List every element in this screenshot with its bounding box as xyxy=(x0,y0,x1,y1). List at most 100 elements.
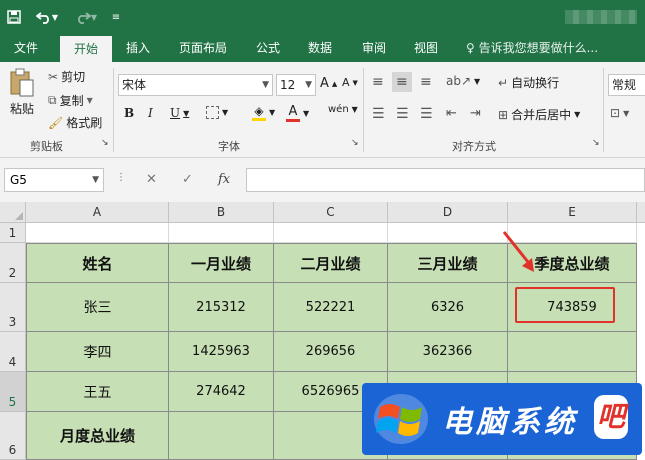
align-left-button[interactable]: ☰ xyxy=(372,106,385,122)
cell-b4[interactable]: 1425963 xyxy=(169,332,274,372)
tab-file[interactable]: 文件 xyxy=(4,34,48,62)
row-header-5[interactable]: 5 xyxy=(0,372,26,412)
tab-review[interactable]: 审阅 xyxy=(354,34,394,62)
watermark-logo: 电脑系统 吧 xyxy=(362,383,642,455)
scissors-icon: ✂ xyxy=(48,69,59,84)
format-painter-label: 格式刷 xyxy=(66,116,103,130)
tab-page-layout[interactable]: 页面布局 xyxy=(168,34,238,62)
insert-function-icon[interactable]: fx xyxy=(218,172,230,187)
cut-button[interactable]: ✂ 剪切 xyxy=(48,68,85,85)
fill-color-button[interactable]: ◈ ▼ xyxy=(252,104,275,121)
tab-insert[interactable]: 插入 xyxy=(118,34,158,62)
decrease-indent-button[interactable]: ⇤ xyxy=(446,106,457,121)
accounting-format-button[interactable]: ⊡ ▼ xyxy=(610,106,629,120)
cell-c3[interactable]: 522221 xyxy=(274,283,388,332)
column-header-e[interactable]: E xyxy=(508,202,637,223)
grow-font-button[interactable]: A ▲ xyxy=(320,76,337,91)
name-box[interactable]: G5 ▼ xyxy=(4,168,104,192)
cell-e4[interactable] xyxy=(508,332,637,372)
number-format-value: 常规 xyxy=(612,78,637,92)
ribbon-tab-bar: 文件 开始 插入 页面布局 公式 数据 审阅 视图 ♀ 告诉我您想要做什么... xyxy=(0,34,645,62)
cell-d4[interactable]: 362366 xyxy=(388,332,508,372)
paste-button[interactable]: 粘贴 xyxy=(8,68,36,117)
phonetic-button[interactable]: wén ▼ xyxy=(328,104,358,115)
column-header-b[interactable]: B xyxy=(169,202,274,223)
borders-button[interactable]: ▼ xyxy=(206,106,228,119)
align-right-button[interactable]: ☰ xyxy=(420,106,433,122)
enter-check-icon[interactable]: ✓ xyxy=(182,172,193,187)
font-size-select[interactable]: 12 ▼ xyxy=(276,74,316,96)
row-header-2[interactable]: 2 xyxy=(0,243,26,283)
italic-button[interactable]: I xyxy=(148,106,153,120)
font-name-select[interactable]: 宋体 ▼ xyxy=(118,74,273,96)
cell-a3[interactable]: 张三 xyxy=(26,283,169,332)
ribbon: 粘贴 ✂ 剪切 ⧉ 复制 ▼ 🖌 格式刷 剪贴板 ↘ 宋体 ▼ 12 ▼ A ▲ A ▼ B I… xyxy=(0,62,645,158)
copy-button[interactable]: ⧉ 复制 ▼ xyxy=(48,92,93,109)
format-painter-button[interactable]: 🖌 格式刷 xyxy=(48,114,102,131)
cell-b1[interactable] xyxy=(169,223,274,243)
cell-d2[interactable]: 三月业绩 xyxy=(388,243,508,283)
font-launcher-icon[interactable]: ↘ xyxy=(351,138,359,148)
merge-center-button[interactable]: ⊞ 合并后居中 ▼ xyxy=(498,106,580,123)
tab-view[interactable]: 视图 xyxy=(406,34,446,62)
column-header-d[interactable]: D xyxy=(388,202,508,223)
cell-b2[interactable]: 一月业绩 xyxy=(169,243,274,283)
tab-home[interactable]: 开始 xyxy=(60,36,112,62)
separator xyxy=(603,68,604,152)
wrap-text-button[interactable]: ↵ 自动换行 xyxy=(498,74,559,91)
copy-dropdown-icon[interactable]: ▼ xyxy=(87,96,93,105)
undo-icon[interactable]: ▼ xyxy=(32,6,62,28)
cell-a2[interactable]: 姓名 xyxy=(26,243,169,283)
row-header-6[interactable]: 6 xyxy=(0,412,26,460)
clipboard-icon xyxy=(10,68,34,97)
cell-c4[interactable]: 269656 xyxy=(274,332,388,372)
customize-toolbar-icon[interactable]: ≡ xyxy=(108,6,124,28)
redo-icon[interactable]: ▼ xyxy=(72,6,100,28)
align-top-button[interactable]: ≡ xyxy=(372,74,384,90)
row-header-3[interactable]: 3 xyxy=(0,283,26,332)
cell-b3[interactable]: 215312 xyxy=(169,283,274,332)
column-header-a[interactable]: A xyxy=(26,202,169,223)
column-header-f[interactable] xyxy=(637,202,645,223)
clipboard-launcher-icon[interactable]: ↘ xyxy=(101,138,109,148)
cell-d1[interactable] xyxy=(388,223,508,243)
align-center-button[interactable]: ☰ xyxy=(396,106,409,122)
align-middle-button[interactable]: ≡ xyxy=(392,72,412,92)
formula-input[interactable] xyxy=(246,168,645,192)
row-header-1[interactable]: 1 xyxy=(0,223,26,243)
cancel-icon[interactable]: ✕ xyxy=(146,172,157,187)
bold-button[interactable]: B xyxy=(124,106,134,120)
align-bottom-button[interactable]: ≡ xyxy=(420,74,432,90)
row-header-4[interactable]: 4 xyxy=(0,332,26,372)
tab-formulas[interactable]: 公式 xyxy=(248,34,288,62)
tab-data[interactable]: 数据 xyxy=(300,34,340,62)
align-bottom-icon: ≡ xyxy=(420,74,432,90)
column-header-c[interactable]: C xyxy=(274,202,388,223)
cell-c2[interactable]: 二月业绩 xyxy=(274,243,388,283)
cell-a1[interactable] xyxy=(26,223,169,243)
cell-b6[interactable] xyxy=(169,412,274,460)
shrink-font-button[interactable]: A ▼ xyxy=(342,76,358,89)
cell-d3[interactable]: 6326 xyxy=(388,283,508,332)
number-format-select[interactable]: 常规 xyxy=(608,74,645,96)
select-all-corner[interactable] xyxy=(0,202,26,223)
ribbon-gap xyxy=(0,158,645,168)
orientation-button[interactable]: ab↗ ▼ xyxy=(446,74,480,88)
window-title-blurred xyxy=(565,10,637,24)
cell-c1[interactable] xyxy=(274,223,388,243)
underline-button[interactable]: U ▼ xyxy=(170,106,189,120)
tell-me-box[interactable]: ♀ 告诉我您想要做什么... xyxy=(466,34,645,62)
cell-a5[interactable]: 王五 xyxy=(26,372,169,412)
alignment-launcher-icon[interactable]: ↘ xyxy=(592,138,600,148)
cell-a6[interactable]: 月度总业绩 xyxy=(26,412,169,460)
chevron-down-icon[interactable]: ▼ xyxy=(92,169,99,191)
font-color-button[interactable]: A ▼ xyxy=(286,104,309,122)
align-left-icon: ☰ xyxy=(372,106,385,122)
cell-a4[interactable]: 李四 xyxy=(26,332,169,372)
increase-indent-icon: ⇥ xyxy=(470,106,481,121)
increase-indent-button[interactable]: ⇥ xyxy=(470,106,481,121)
alignment-group-label: 对齐方式 xyxy=(452,140,496,153)
windows-logo-icon xyxy=(374,394,428,444)
save-icon[interactable] xyxy=(4,6,24,28)
cell-b5[interactable]: 274642 xyxy=(169,372,274,412)
